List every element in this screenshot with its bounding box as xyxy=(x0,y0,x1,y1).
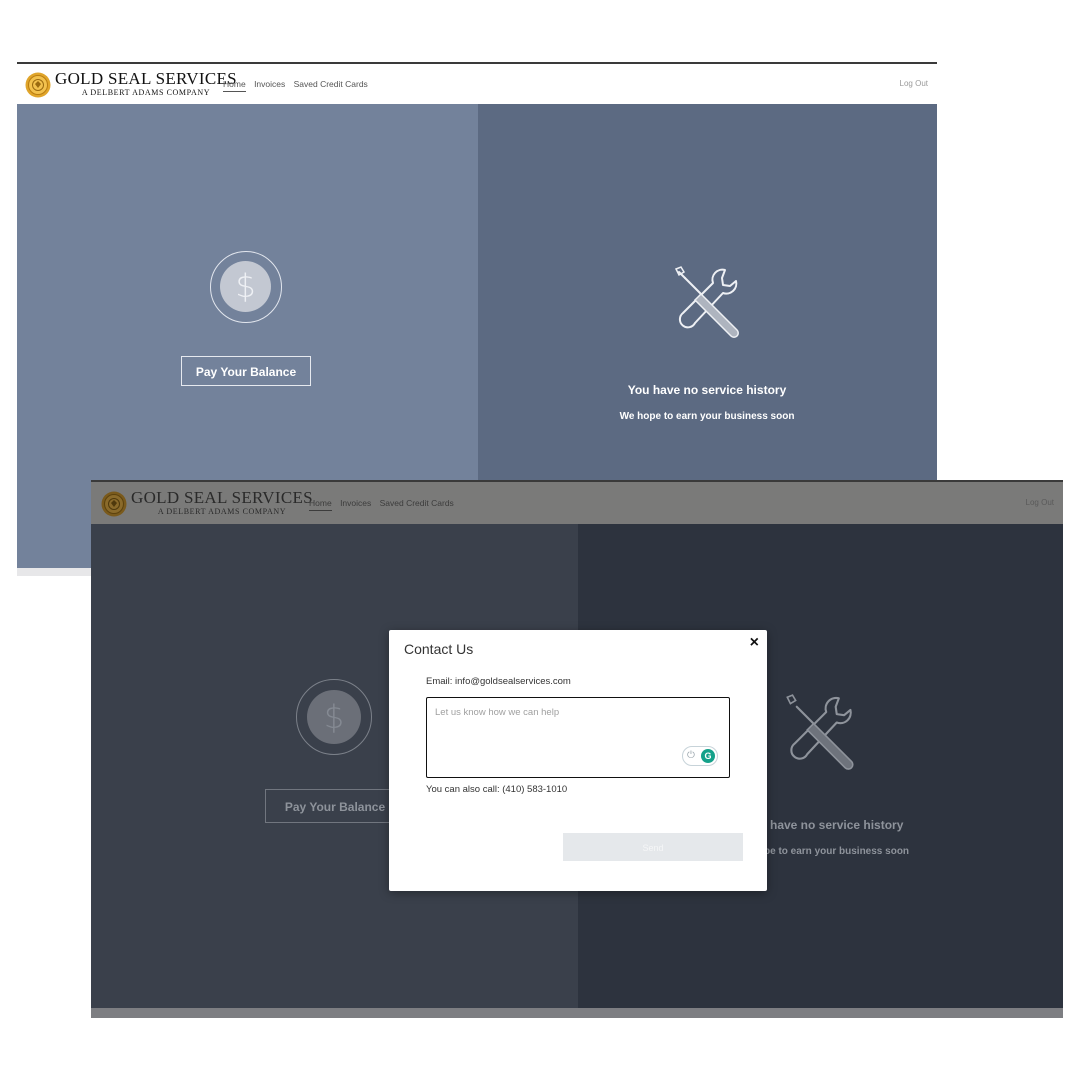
top-navbar: GOLD SEAL SERVICES A DELBERT ADAMS COMPA… xyxy=(17,64,937,104)
grammarly-widget[interactable]: ⏻ G xyxy=(682,746,718,766)
modal-title: Contact Us xyxy=(404,641,474,657)
nav-home[interactable]: Home xyxy=(223,79,246,92)
dollar-coin-icon: $ xyxy=(210,251,282,323)
wrench-screwdriver-icon xyxy=(786,694,854,770)
footer-strip xyxy=(91,1008,1063,1018)
contact-us-modal: Contact Us × Email: info@goldsealservice… xyxy=(389,630,767,891)
nav-home[interactable]: Home xyxy=(309,498,332,511)
top-navbar-dimmed: GOLD SEAL SERVICES A DELBERT ADAMS COMPA… xyxy=(91,482,1063,524)
contact-phone: You can also call: (410) 583-1010 xyxy=(426,784,568,795)
no-history-title: You have no service history xyxy=(627,383,787,397)
logout-link[interactable]: Log Out xyxy=(1026,498,1054,507)
gold-seal-logo-icon xyxy=(25,72,51,98)
dollar-sign: $ xyxy=(307,690,361,744)
nav-links: Home Invoices Saved Credit Cards xyxy=(223,79,374,92)
nav-invoices[interactable]: Invoices xyxy=(254,79,285,91)
contact-email: Email: info@goldsealservices.com xyxy=(426,676,571,687)
nav-saved-credit-cards[interactable]: Saved Credit Cards xyxy=(294,79,368,91)
gold-seal-logo-icon xyxy=(101,491,127,517)
nav-invoices[interactable]: Invoices xyxy=(340,498,371,510)
no-history-title: have no service history xyxy=(770,818,904,832)
pay-balance-button[interactable]: Pay Your Balance xyxy=(265,789,405,823)
nav-saved-credit-cards[interactable]: Saved Credit Cards xyxy=(380,498,454,510)
nav-links-dimmed: Home Invoices Saved Credit Cards xyxy=(309,498,460,511)
message-textarea[interactable] xyxy=(426,697,730,778)
dollar-sign: $ xyxy=(220,261,271,312)
pay-balance-button[interactable]: Pay Your Balance xyxy=(181,356,311,386)
send-button[interactable]: Send xyxy=(563,833,743,861)
brand-tagline: A DELBERT ADAMS COMPANY xyxy=(81,88,211,97)
grammarly-icon[interactable]: G xyxy=(701,749,715,763)
brand-name: GOLD SEAL SERVICES xyxy=(131,488,313,507)
no-history-subtitle: We hope to earn your business soon xyxy=(619,411,795,422)
close-icon[interactable]: × xyxy=(750,634,759,652)
brand-tagline: A DELBERT ADAMS COMPANY xyxy=(157,507,287,516)
logout-link[interactable]: Log Out xyxy=(900,79,928,88)
wrench-screwdriver-icon xyxy=(674,266,739,338)
no-history-subtitle: pe to earn your business soon xyxy=(764,846,910,857)
dollar-coin-icon: $ xyxy=(296,679,372,755)
power-icon[interactable]: ⏻ xyxy=(687,749,695,763)
brand-name: GOLD SEAL SERVICES xyxy=(55,69,237,88)
